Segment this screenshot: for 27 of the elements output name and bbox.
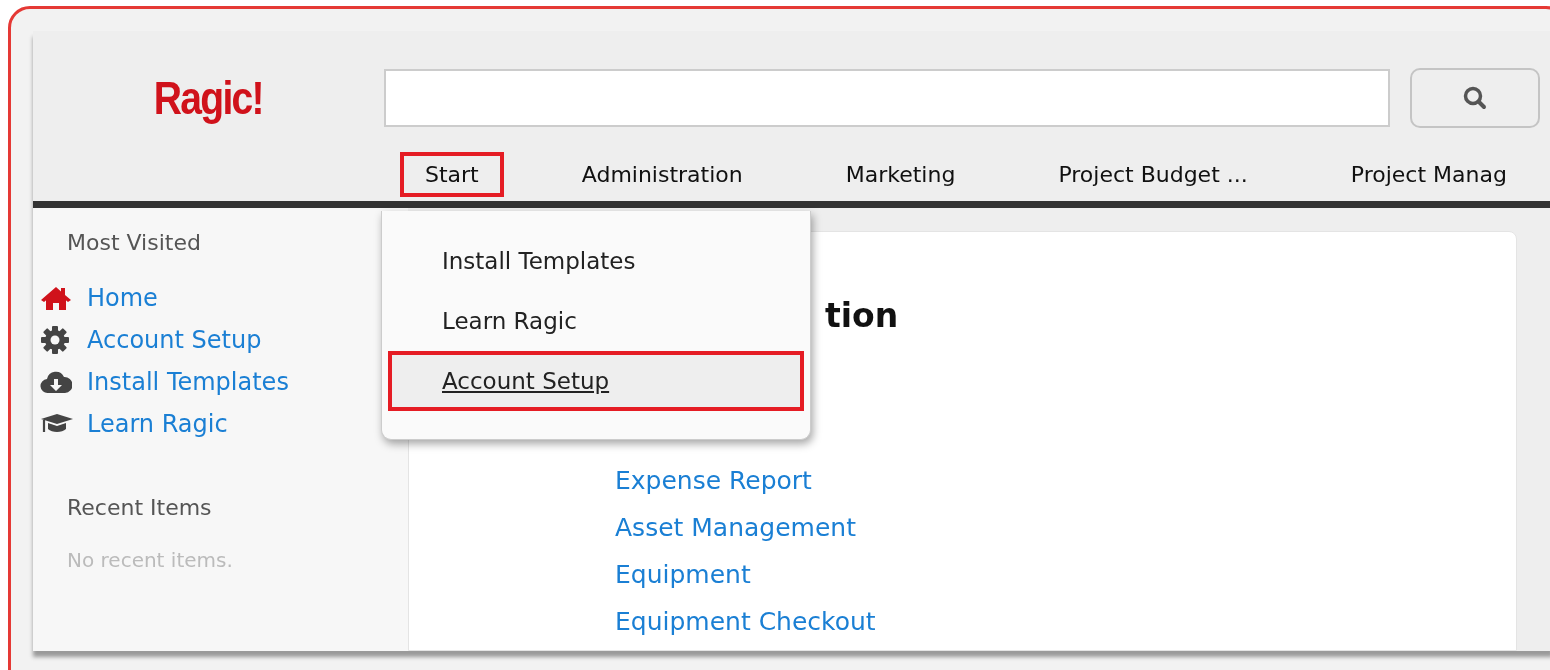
content-link[interactable]: Equipment xyxy=(615,560,1516,607)
menu-item[interactable]: Install Templates xyxy=(388,231,804,291)
section-title: Recent Items xyxy=(67,495,213,520)
nav-tab[interactable]: Project Budget ... xyxy=(1033,152,1273,197)
search-icon xyxy=(1462,85,1488,111)
page-heading: tion xyxy=(825,296,900,335)
sidebar-link[interactable]: Learn Ragic xyxy=(87,410,228,438)
home-icon xyxy=(40,285,72,311)
empty-message: No recent items. xyxy=(67,548,234,572)
nav-tab[interactable]: Marketing xyxy=(820,152,981,197)
nav-tab[interactable]: Project Manag xyxy=(1325,152,1532,197)
search-field[interactable] xyxy=(384,69,1390,127)
sidebar-link[interactable]: Install Templates xyxy=(87,368,289,396)
cloud-download-icon xyxy=(40,369,72,395)
content-link[interactable]: Expense Report xyxy=(615,466,1516,513)
menu-item[interactable]: Learn Ragic xyxy=(388,291,804,351)
sidebar-link[interactable]: Home xyxy=(87,284,158,312)
logo[interactable]: Ragic! xyxy=(153,71,264,125)
content-link[interactable]: Asset Management xyxy=(615,513,1516,560)
gear-icon xyxy=(40,325,70,355)
search-button[interactable] xyxy=(1410,68,1540,128)
sidebar-link[interactable]: Account Setup xyxy=(87,326,262,354)
menu-item[interactable]: Account Setup xyxy=(388,351,804,411)
content-link[interactable]: Equipment Checkout xyxy=(615,607,1516,651)
nav-tab[interactable]: Start xyxy=(400,152,504,197)
section-title: Most Visited xyxy=(67,230,202,255)
nav-tab[interactable]: Administration xyxy=(556,152,768,197)
